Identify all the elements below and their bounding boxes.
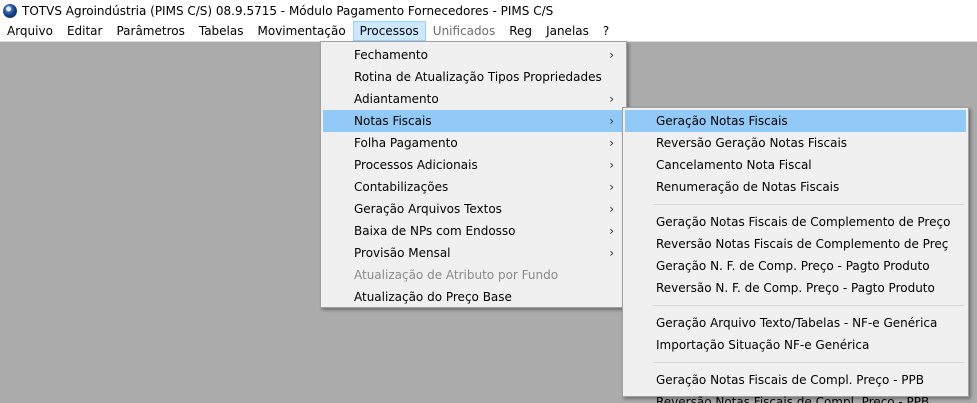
chevron-right-icon: › [609, 202, 614, 216]
menu-item-label: Geração Notas Fiscais [656, 114, 788, 128]
menu-item-label: Reversão Notas Fiscais de Complemento de… [656, 237, 949, 251]
menu-item-label: Atualização do Preço Base [354, 290, 512, 304]
notas-item-renumeracao-de-notas-fiscais[interactable]: Renumeração de Notas Fiscais [625, 176, 966, 198]
notas-item-geracao-arquivo-texto-tabelas-nf-e-generica[interactable]: Geração Arquivo Texto/Tabelas - NF-e Gen… [625, 312, 966, 334]
notas-item-geracao-notas-fiscais-de-compl-preco-ppb[interactable]: Geração Notas Fiscais de Compl. Preço - … [625, 369, 966, 391]
menu-item-label: Atualização de Atributo por Fundo [354, 268, 559, 282]
chevron-right-icon: › [609, 92, 614, 106]
menu-processos[interactable]: Processos [352, 21, 426, 41]
menu-item-label: Geração Arquivos Textos [354, 202, 502, 216]
menu-editar[interactable]: Editar [60, 21, 110, 41]
menu-separator [653, 204, 964, 205]
processos-item-rotina-de-atualizacao-tipos-propriedades[interactable]: Rotina de Atualização Tipos Propriedades [323, 66, 624, 88]
notas-item-cancelamento-nota-fiscal[interactable]: Cancelamento Nota Fiscal [625, 154, 966, 176]
menu-item-label: Folha Pagamento [354, 136, 458, 150]
menu-item-label: Rotina de Atualização Tipos Propriedades [354, 70, 602, 84]
menu-item-label: Reversão Notas Fiscais de Compl. Preço -… [656, 395, 930, 403]
notas-item-geracao-notas-fiscais-de-complemento-de-preco[interactable]: Geração Notas Fiscais de Complemento de … [625, 211, 966, 233]
menu-item-label: Reversão N. F. de Comp. Preço - Pagto Pr… [656, 281, 935, 295]
menu-help[interactable]: ? [596, 21, 616, 41]
processos-item-atualizacao-do-preco-base[interactable]: Atualização do Preço Base [323, 286, 624, 308]
window-title: TOTVS Agroindústria (PIMS C/S) 08.9.5715… [22, 3, 554, 18]
processos-item-fechamento[interactable]: Fechamento › [323, 44, 624, 66]
menu-bar: Arquivo Editar Parâmetros Tabelas Movimentaç… [0, 21, 977, 42]
menu-item-label: Geração Notas Fiscais de Compl. Preço - … [656, 373, 924, 387]
chevron-right-icon: › [609, 48, 614, 62]
menu-arquivo[interactable]: Arquivo [0, 21, 60, 41]
chevron-right-icon: › [609, 224, 614, 238]
menu-item-label: Baixa de NPs com Endosso [354, 224, 516, 238]
processos-item-contabilizacoes[interactable]: Contabilizações › [323, 176, 624, 198]
menu-janelas[interactable]: Janelas [539, 21, 596, 41]
notas-item-geracao-n-f-de-comp-preco-pagto-produto[interactable]: Geração N. F. de Comp. Preço - Pagto Pro… [625, 255, 966, 277]
menu-item-label: Importação Situação NF-e Genérica [656, 338, 870, 352]
menu-item-label: Reversão Geração Notas Fiscais [656, 136, 848, 150]
processos-item-processos-adicionais[interactable]: Processos Adicionais › [323, 154, 624, 176]
notas-fiscais-submenu: Geração Notas Fiscais Reversão Geração No… [622, 107, 969, 403]
processos-item-provisao-mensal[interactable]: Provisão Mensal › [323, 242, 624, 264]
notas-item-importacao-situacao-nf-e-generica[interactable]: Importação Situação NF-e Genérica [625, 334, 966, 356]
notas-item-reversao-geracao-notas-fiscais[interactable]: Reversão Geração Notas Fiscais [625, 132, 966, 154]
menu-item-label: Fechamento [354, 48, 428, 62]
chevron-right-icon: › [609, 246, 614, 260]
menu-item-label: Geração N. F. de Comp. Preço - Pagto Pro… [656, 259, 930, 273]
menu-separator [653, 305, 964, 306]
menu-item-label: Notas Fiscais [354, 114, 432, 128]
processos-item-geracao-arquivos-textos[interactable]: Geração Arquivos Textos › [323, 198, 624, 220]
menu-item-label: Processos Adicionais [354, 158, 478, 172]
processos-item-baixa-de-nps-com-endosso[interactable]: Baixa de NPs com Endosso › [323, 220, 624, 242]
chevron-right-icon: › [609, 136, 614, 150]
chevron-right-icon: › [609, 114, 614, 128]
menu-item-label: Renumeração de Notas Fiscais [656, 180, 840, 194]
menu-item-label: Cancelamento Nota Fiscal [656, 158, 812, 172]
menu-separator [653, 362, 964, 363]
notas-item-reversao-notas-fiscais-de-compl-preco-ppb[interactable]: Reversão Notas Fiscais de Compl. Preço -… [625, 391, 966, 403]
menu-item-label: Geração Arquivo Texto/Tabelas - NF-e Gen… [656, 316, 938, 330]
processos-item-notas-fiscais[interactable]: Notas Fiscais › [323, 110, 624, 132]
processos-dropdown-menu: Fechamento › Rotina de Atualização Tipos P… [320, 41, 627, 308]
chevron-right-icon: › [609, 180, 614, 194]
menu-item-label: Adiantamento [354, 92, 439, 106]
processos-item-atualizacao-de-atributo-por-fundo: Atualização de Atributo por Fundo [323, 264, 624, 286]
processos-item-folha-pagamento[interactable]: Folha Pagamento › [323, 132, 624, 154]
menu-item-label: Contabilizações [354, 180, 449, 194]
menu-movimentacao[interactable]: Movimentação [251, 21, 353, 41]
notas-item-geracao-notas-fiscais[interactable]: Geração Notas Fiscais [625, 110, 966, 132]
menu-tabelas[interactable]: Tabelas [192, 21, 251, 41]
menu-item-label: Geração Notas Fiscais de Complemento de … [656, 215, 951, 229]
menu-item-label: Provisão Mensal [354, 246, 451, 260]
notas-item-reversao-notas-fiscais-de-complemento-de-prec[interactable]: Reversão Notas Fiscais de Complemento de… [625, 233, 966, 255]
processos-item-adiantamento[interactable]: Adiantamento › [323, 88, 624, 110]
app-globe-icon [3, 3, 17, 18]
menu-unificados[interactable]: Unificados [426, 21, 502, 41]
application-window: TOTVS Agroindústria (PIMS C/S) 08.9.5715… [0, 0, 977, 403]
menu-parametros[interactable]: Parâmetros [109, 21, 191, 41]
notas-item-reversao-n-f-de-comp-preco-pagto-produto[interactable]: Reversão N. F. de Comp. Preço - Pagto Pr… [625, 277, 966, 299]
title-bar[interactable]: TOTVS Agroindústria (PIMS C/S) 08.9.5715… [0, 0, 977, 21]
menu-reg[interactable]: Reg [502, 21, 539, 41]
chevron-right-icon: › [609, 158, 614, 172]
